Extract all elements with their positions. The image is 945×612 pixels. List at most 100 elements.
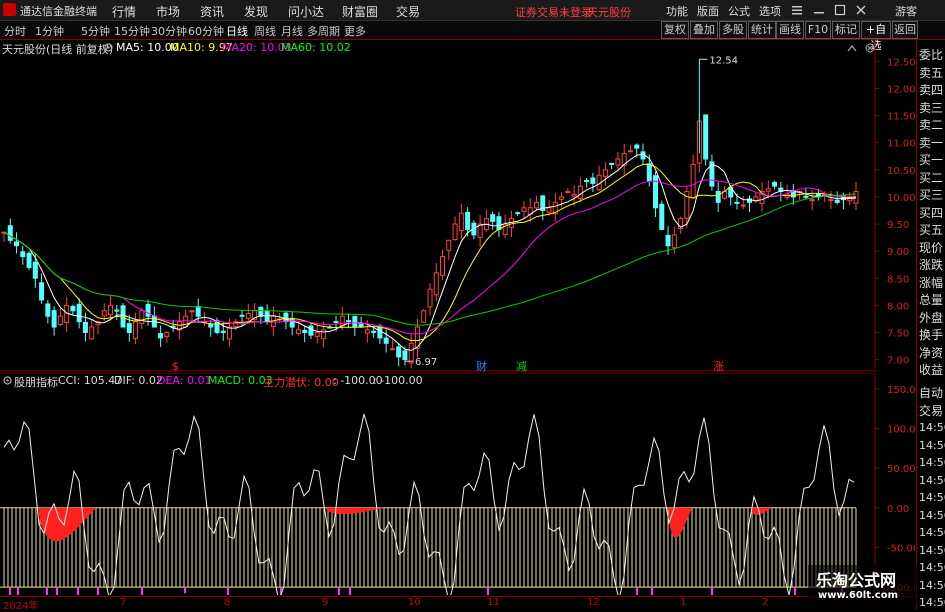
candle-body (14, 241, 20, 247)
period-30min[interactable]: 30分钟 (151, 23, 187, 39)
side-bottom-item-11[interactable]: 14:56 (919, 577, 945, 595)
side-bottom-item-4[interactable]: 14:56 (919, 454, 945, 472)
candle-body (120, 305, 126, 328)
menu-jiaoyi[interactable]: 交易 (396, 3, 420, 20)
side-item-5[interactable]: 卖一 (919, 134, 945, 152)
side-item-13[interactable]: 涨幅 (919, 274, 945, 292)
candle-body (440, 256, 446, 276)
candle-body (546, 207, 552, 213)
menu-hangqing[interactable]: 行情 (112, 3, 136, 20)
side-bottom-item-12[interactable]: 14:56 (919, 594, 945, 612)
side-item-1[interactable]: 卖五 (919, 64, 945, 82)
date-axis: 2024年 7 8 9 10 11 12 1 2 (0, 596, 915, 612)
period-weekly[interactable]: 周线 (254, 23, 276, 39)
high-label: 12.54 (709, 55, 738, 66)
f10-button[interactable]: F10 (805, 21, 831, 39)
menu-gongshi[interactable]: 公式 (728, 3, 750, 19)
candle-body (571, 193, 577, 197)
candle-body (189, 310, 195, 313)
period-fenshi[interactable]: 分时 (4, 23, 26, 39)
guest-label[interactable]: 游客 (895, 3, 917, 19)
period-monthly[interactable]: 月线 (281, 23, 303, 39)
side-item-0[interactable]: 委比 (919, 46, 945, 64)
side-item-4[interactable]: 卖二 (919, 116, 945, 134)
side-bottom-item-6[interactable]: 14:56 (919, 489, 945, 507)
side-item-3[interactable]: 卖三 (919, 99, 945, 117)
trade-login-warning[interactable]: 证券交易未登录 (515, 4, 592, 20)
candle-body (496, 216, 502, 230)
candle-body (659, 203, 665, 230)
candle-body (671, 234, 677, 249)
menu-faxian[interactable]: 发现 (244, 3, 268, 20)
candle-body (76, 303, 82, 323)
fuquan-button[interactable]: 复权 (661, 21, 689, 39)
side-item-7[interactable]: 买二 (919, 169, 945, 187)
indicator-chart[interactable]: 150.00100.0050.000.00-50.00-100.00 (0, 373, 915, 595)
multi-stock-button[interactable]: 多股 (719, 21, 747, 39)
dropdown-menu-icon[interactable] (791, 4, 803, 16)
candle-body (690, 163, 696, 199)
candle-body (26, 252, 32, 268)
candle-body (7, 225, 13, 241)
candle-body (515, 212, 521, 215)
candle-body (39, 282, 45, 301)
side-item-8[interactable]: 买三 (919, 186, 945, 204)
side-item-16[interactable]: 换手 (919, 326, 945, 344)
side-item-10[interactable]: 买五 (919, 221, 945, 239)
maximize-icon[interactable] (834, 4, 846, 16)
side-item-11[interactable]: 现价 (919, 239, 945, 257)
candle-body (703, 114, 709, 160)
date-1: 1 (680, 597, 687, 608)
menu-wenxiaoda[interactable]: 问小达 (288, 3, 324, 20)
side-item-18[interactable]: 收益 (919, 361, 945, 379)
side-bottom-item-3[interactable]: 14:56 (919, 437, 945, 455)
side-bottom-item-0[interactable]: 自动 (919, 384, 945, 402)
period-60min[interactable]: 60分钟 (188, 23, 224, 39)
candle-body (133, 321, 139, 339)
stats-button[interactable]: 统计 (748, 21, 776, 39)
period-1min[interactable]: 1分钟 (35, 23, 64, 39)
candle-body (834, 199, 840, 203)
side-bottom-item-10[interactable]: 14:56 (919, 559, 945, 577)
candlestick-chart[interactable]: 12.50 12.00 11.50 11.00 10.50 10.00 9.50 9.00 8.… (0, 40, 915, 372)
menu-gongneng[interactable]: 功能 (666, 3, 688, 19)
side-bottom-item-1[interactable]: 交易 (919, 402, 945, 420)
side-item-17[interactable]: 净资 (919, 344, 945, 362)
side-bottom-item-5[interactable]: 14:56 (919, 472, 945, 490)
draw-line-button[interactable]: 画线 (776, 21, 804, 39)
menu-banmian[interactable]: 版面 (697, 3, 719, 19)
overlay-button[interactable]: 叠加 (690, 21, 718, 39)
period-5min[interactable]: 5分钟 (81, 23, 110, 39)
side-item-12[interactable]: 涨跌 (919, 256, 945, 274)
side-bottom-item-9[interactable]: 14:56 (919, 542, 945, 560)
period-daily[interactable]: 日线 (226, 23, 248, 39)
mark-button[interactable]: 标记 (832, 21, 860, 39)
candle-body (114, 309, 120, 312)
side-item-2[interactable]: 卖四 (919, 81, 945, 99)
date-8: 8 (224, 597, 231, 608)
candle-body (145, 303, 151, 317)
side-item-14[interactable]: 总量 (919, 291, 945, 309)
side-item-9[interactable]: 买四 (919, 204, 945, 222)
side-item-15[interactable]: 外盘 (919, 309, 945, 327)
ind-tick-label-3: 0.00 (887, 504, 909, 515)
menu-xuanxiang[interactable]: 选项 (759, 3, 781, 19)
ind-tick-label-2: 50.00 (887, 464, 915, 475)
side-bottom-item-7[interactable]: 14:56 (919, 507, 945, 525)
menu-shichang[interactable]: 市场 (156, 3, 180, 20)
period-15min[interactable]: 15分钟 (114, 23, 150, 39)
event-marker-1: 财 (476, 359, 487, 372)
side-bottom-item-2[interactable]: 14:56 (919, 419, 945, 437)
menu-zixun[interactable]: 资讯 (200, 3, 224, 20)
close-icon[interactable] (855, 4, 867, 16)
menu-caifuquan[interactable]: 财富圈 (342, 3, 378, 20)
side-item-6[interactable]: 买一 (919, 151, 945, 169)
period-multi[interactable]: 多周期 (307, 23, 340, 39)
add-favorite-button[interactable]: +自选 (861, 21, 891, 52)
back-button[interactable]: 返回 (892, 21, 918, 39)
candle-body (559, 196, 565, 200)
period-more[interactable]: 更多 (344, 23, 366, 39)
side-bottom-item-8[interactable]: 14:56 (919, 524, 945, 542)
minimize-icon[interactable] (813, 4, 825, 16)
candle-body (446, 239, 452, 251)
